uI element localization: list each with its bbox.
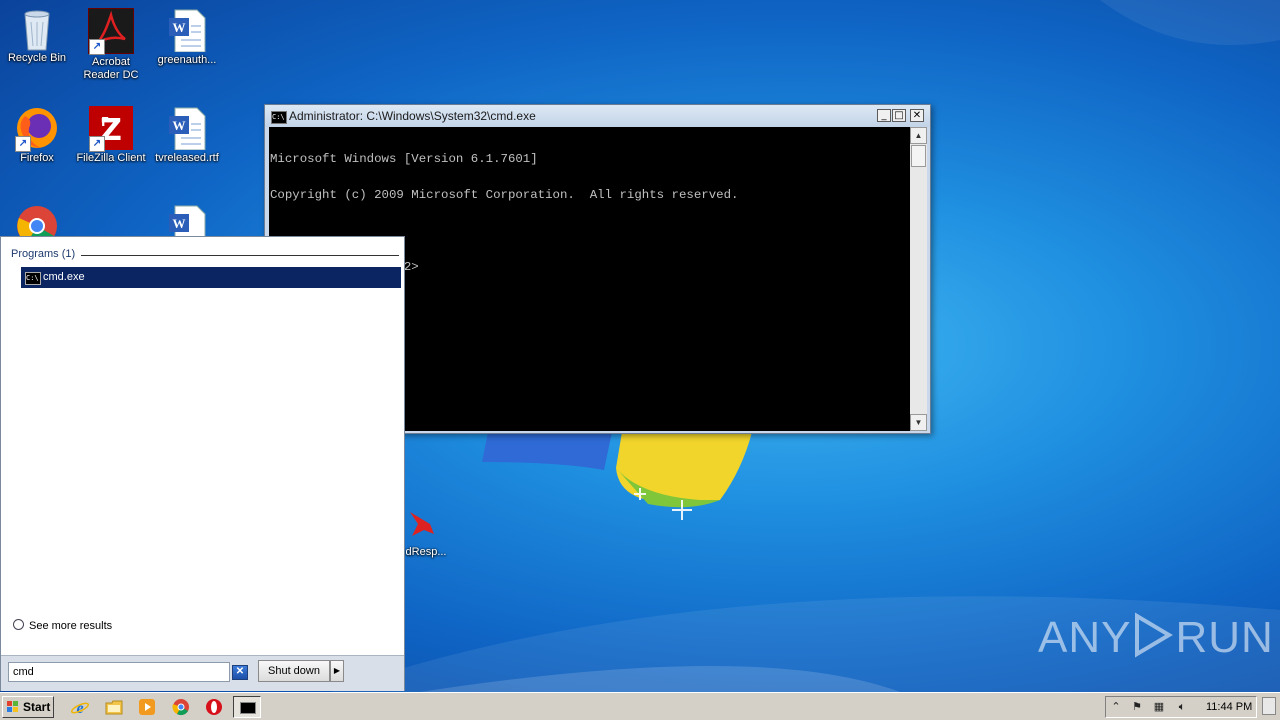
word-document-icon: W: [165, 8, 209, 53]
desktop-icon-label: greenauth...: [157, 54, 217, 66]
cmd-icon: [240, 702, 256, 714]
watermark-left: ANY: [1038, 613, 1132, 662]
system-tray: ⌃ ⚑ ▦ 🔈︎ 11:44 PM: [1105, 696, 1257, 718]
shortcut-arrow-icon: ↗: [15, 136, 31, 152]
start-menu: Programs (1) C:\ cmd.exe See more result…: [0, 236, 405, 691]
shortcut-arrow-icon: ↗: [89, 39, 105, 55]
desktop-icon-partial[interactable]: dResp...: [396, 546, 456, 559]
taskbar: Start e ⌃ ⚑ ▦ 🔈︎ 11:44 PM: [0, 692, 1280, 720]
divider: [81, 255, 399, 256]
scroll-down-icon[interactable]: ▼: [910, 414, 927, 431]
acrobat-icon: ↗: [88, 8, 134, 55]
play-logo-icon: [1135, 612, 1174, 658]
chrome-icon[interactable]: [171, 697, 191, 717]
desktop-icon-recycle-bin[interactable]: Recycle Bin: [0, 6, 74, 65]
console-line: Microsoft Windows [Version 6.1.7601]: [270, 152, 538, 166]
svg-text:e: e: [76, 700, 83, 717]
shutdown-options-arrow-icon[interactable]: ▶: [330, 660, 344, 682]
shortcut-arrow-icon: ↗: [89, 136, 105, 152]
shutdown-button[interactable]: Shut down: [258, 660, 330, 682]
cmd-titlebar[interactable]: C:\ Administrator: C:\Windows\System32\c…: [265, 105, 930, 127]
windows-logo-icon: [7, 701, 19, 713]
svg-text:W: W: [173, 216, 186, 231]
action-center-flag-icon[interactable]: ⚑: [1130, 700, 1144, 714]
desktop-icon-firefox[interactable]: ↗ Firefox: [0, 106, 74, 165]
filezilla-icon: ZF ↗: [89, 106, 133, 152]
network-icon[interactable]: ▦: [1152, 700, 1166, 714]
word-document-icon: W: [165, 106, 209, 151]
desktop-icon-label: FileZilla Client: [76, 152, 146, 164]
start-button[interactable]: Start: [2, 696, 54, 718]
desktop-icon-tvreleased[interactable]: W tvreleased.rtf: [150, 106, 224, 165]
desktop-icon-label: tvreleased.rtf: [155, 152, 219, 164]
firefox-icon: ↗: [15, 106, 59, 152]
cmd-icon: C:\: [25, 272, 41, 285]
clear-search-icon[interactable]: ✕: [232, 665, 248, 680]
media-player-icon[interactable]: [137, 697, 157, 717]
scroll-up-icon[interactable]: ▲: [910, 127, 927, 144]
see-more-results-link[interactable]: See more results: [13, 619, 112, 632]
cmd-icon: C:\: [271, 111, 287, 124]
svg-text:W: W: [173, 20, 186, 35]
search-result-cmd[interactable]: C:\ cmd.exe: [21, 267, 401, 288]
close-button[interactable]: ✕: [910, 109, 924, 122]
start-menu-footer: cmd ✕ Shut down ▶: [1, 655, 404, 691]
cmd-window-title: Administrator: C:\Windows\System32\cmd.e…: [289, 109, 536, 123]
desktop-icon-acrobat-reader[interactable]: ↗ Acrobat Reader DC: [74, 8, 148, 82]
desktop-icon-label: Recycle Bin: [7, 52, 67, 64]
desktop-icon-label: dResp...: [405, 546, 447, 558]
clock[interactable]: 11:44 PM: [1206, 701, 1252, 713]
programs-header: Programs (1): [11, 248, 76, 260]
console-line: Copyright (c) 2009 Microsoft Corporation…: [270, 188, 739, 202]
show-hidden-icons-icon[interactable]: ⌃: [1109, 700, 1123, 714]
taskbar-cmd-button[interactable]: [233, 696, 261, 718]
see-more-label: See more results: [29, 620, 113, 632]
desktop-icon-filezilla[interactable]: ZF ↗ FileZilla Client: [74, 106, 148, 165]
windows-explorer-icon[interactable]: [104, 697, 124, 717]
vertical-scrollbar[interactable]: ▲ ▼: [910, 127, 927, 431]
desktop-icon-greenauth[interactable]: W greenauth...: [150, 8, 224, 67]
recycle-bin-icon: [15, 6, 59, 51]
show-desktop-button[interactable]: [1262, 697, 1276, 715]
opera-icon[interactable]: [204, 697, 224, 717]
minimize-button[interactable]: _: [877, 109, 891, 122]
watermark-right: RUN: [1175, 613, 1274, 662]
desktop-icon-label: Acrobat: [92, 56, 130, 68]
start-label: Start: [23, 700, 51, 714]
volume-icon[interactable]: 🔈︎: [1175, 700, 1189, 714]
svg-text:W: W: [173, 118, 186, 133]
desktop-icon-label: Reader DC: [83, 69, 139, 81]
internet-explorer-icon[interactable]: e: [70, 697, 90, 717]
svg-text:F: F: [101, 115, 109, 129]
maximize-button[interactable]: □: [892, 109, 906, 122]
search-input[interactable]: cmd: [8, 662, 230, 682]
search-icon: [13, 619, 24, 630]
anyrun-watermark: ANY RUN: [1038, 612, 1274, 663]
scroll-thumb[interactable]: [911, 145, 926, 167]
desktop-icon-label: Firefox: [20, 152, 54, 164]
search-result-label: cmd.exe: [43, 271, 85, 283]
